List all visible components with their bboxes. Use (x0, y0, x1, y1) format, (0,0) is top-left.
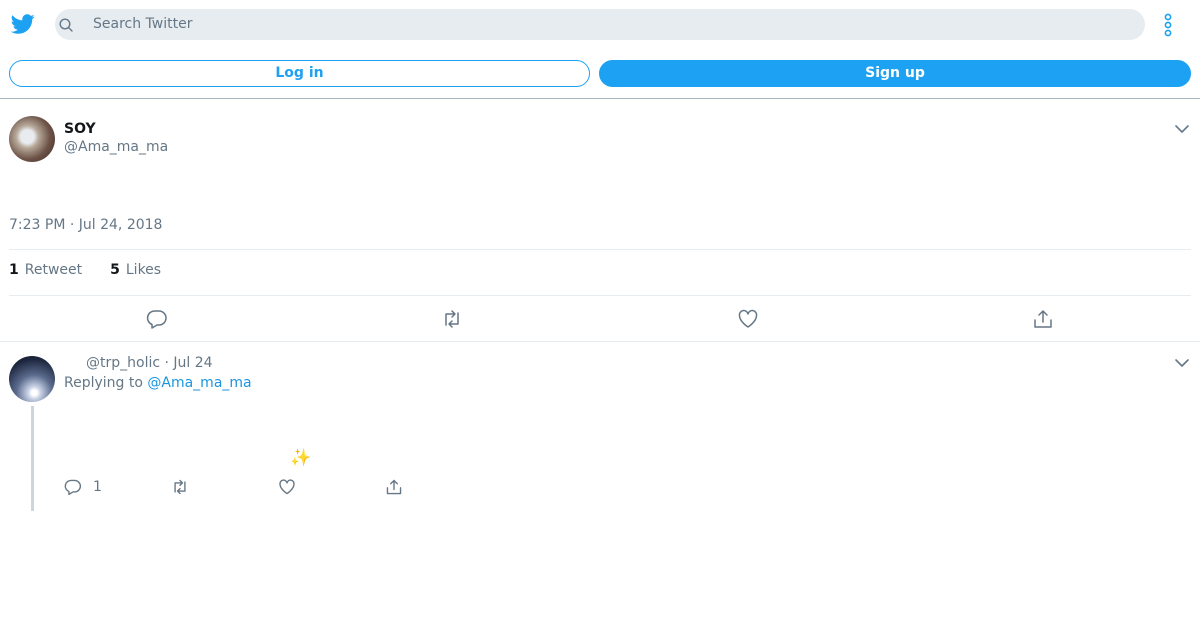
avatar[interactable] (9, 356, 55, 402)
author-name[interactable]: SOY (64, 121, 96, 137)
like-icon[interactable] (737, 308, 759, 330)
like-icon[interactable] (278, 478, 296, 496)
retweets-label: Retweet (24, 262, 83, 278)
replying-to: Replying to @Ama_ma_ma (64, 375, 252, 391)
likes-stat[interactable]: 5 Likes (110, 262, 161, 278)
retweets-stat[interactable]: 1 Retweet (9, 262, 82, 278)
divider (0, 341, 1200, 342)
tweet-timestamp[interactable]: 7:23 PM · Jul 24, 2018 (9, 217, 162, 233)
likes-label: Likes (125, 262, 162, 278)
more-vertical-icon[interactable] (1158, 12, 1178, 38)
retweet-icon[interactable] (171, 478, 189, 496)
avatar[interactable] (9, 116, 55, 162)
reply-handle-date[interactable]: @trp_holic · Jul 24 (86, 355, 213, 371)
chevron-down-icon[interactable] (1174, 355, 1190, 371)
twitter-bird-icon[interactable] (11, 12, 35, 36)
signup-button[interactable]: Sign up (599, 60, 1191, 87)
search-icon (59, 18, 73, 32)
sparkles-emoji: ✨ (290, 448, 312, 468)
share-icon[interactable] (385, 478, 403, 496)
likes-count: 5 (110, 262, 120, 278)
retweet-icon[interactable] (441, 308, 463, 330)
replying-to-link[interactable]: @Ama_ma_ma (147, 375, 251, 391)
divider (9, 249, 1191, 250)
replying-prefix: Replying to (64, 375, 143, 391)
search-placeholder: Search Twitter (93, 16, 193, 32)
header-divider (0, 98, 1200, 99)
chevron-down-icon[interactable] (1174, 121, 1190, 137)
share-icon[interactable] (1032, 308, 1054, 330)
author-handle[interactable]: @Ama_ma_ma (64, 139, 168, 155)
top-bar: Search Twitter (0, 0, 1200, 50)
retweets-count: 1 (9, 262, 19, 278)
tweet-stats: 1 Retweet 5 Likes (9, 262, 161, 278)
divider (9, 295, 1191, 296)
reply-count: 1 (93, 479, 102, 495)
thread-line (31, 406, 34, 511)
reply-icon[interactable] (64, 478, 82, 496)
reply-icon[interactable] (146, 308, 168, 330)
login-button[interactable]: Log in (9, 60, 590, 87)
search-input[interactable]: Search Twitter (55, 9, 1145, 40)
